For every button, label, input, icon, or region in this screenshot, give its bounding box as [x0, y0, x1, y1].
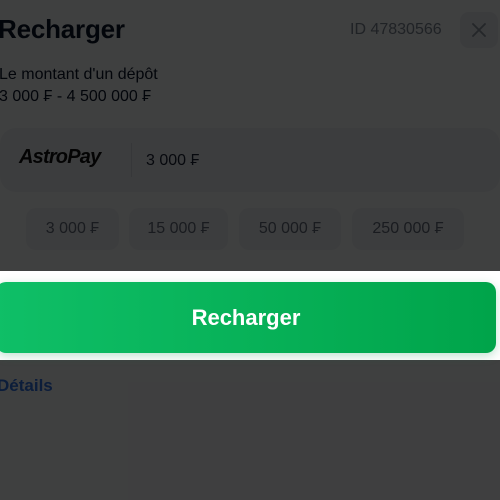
quick-amount-chip-3[interactable]: 50 000 ₣ [239, 208, 341, 250]
user-id-label: ID 47830566 [350, 21, 442, 38]
details-link[interactable]: Détails [0, 376, 53, 396]
deposit-modal: Recharger ID 47830566 Le montant d'un dé… [0, 0, 500, 500]
deposit-limits-range: 3 000 ₣ - 4 500 000 ₣ [0, 88, 152, 105]
page-title: Recharger [0, 14, 125, 44]
close-button[interactable] [460, 12, 498, 48]
close-icon [472, 23, 486, 37]
amount-input[interactable] [146, 148, 446, 174]
recharge-button[interactable]: Recharger [0, 282, 496, 353]
quick-amounts: 3 000 ₣ 15 000 ₣ 50 000 ₣ 250 000 ₣ [0, 208, 500, 250]
field-divider [131, 143, 132, 177]
quick-amount-chip-4[interactable]: 250 000 ₣ [352, 208, 464, 250]
deposit-limits: Le montant d'un dépôt 3 000 ₣ - 4 500 00… [0, 64, 158, 108]
deposit-limits-label: Le montant d'un dépôt [0, 66, 158, 83]
quick-amount-chip-1[interactable]: 3 000 ₣ [26, 208, 119, 250]
astropay-logo: AstroPay [19, 146, 101, 168]
quick-amount-chip-2[interactable]: 15 000 ₣ [129, 208, 228, 250]
